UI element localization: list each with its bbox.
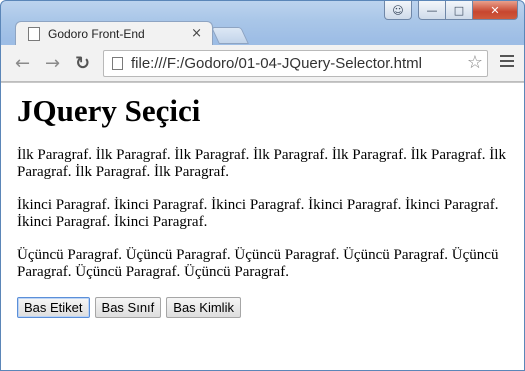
back-icon[interactable]: ← bbox=[15, 53, 30, 74]
bas-kimlik-button[interactable]: Bas Kimlik bbox=[166, 297, 241, 318]
forward-icon[interactable]: → bbox=[45, 53, 60, 74]
page-heading: JQuery Seçici bbox=[17, 93, 201, 128]
page-content: JQuery Seçici İlk Paragraf. İlk Paragraf… bbox=[1, 82, 524, 370]
reload-icon[interactable]: ↻ bbox=[75, 53, 90, 74]
tab-close-icon[interactable]: × bbox=[191, 26, 202, 41]
tab-strip: Godoro Front-End × bbox=[1, 19, 524, 46]
tab-title: Godoro Front-End bbox=[48, 27, 145, 41]
address-bar[interactable]: file:///F:/Godoro/01-04-JQuery-Selector.… bbox=[103, 50, 488, 77]
menu-icon[interactable] bbox=[500, 55, 514, 69]
paragraph-2: İkinci Paragraf. İkinci Paragraf. İkinci… bbox=[17, 197, 499, 230]
new-tab-button[interactable] bbox=[211, 27, 249, 44]
bas-sinif-button[interactable]: Bas Sınıf bbox=[94, 297, 162, 318]
button-row: Bas Etiket Bas Sınıf Bas Kimlik bbox=[17, 297, 508, 318]
browser-window: ☺ — □ ✕ Godoro Front-End × ← → ↻ file://… bbox=[0, 0, 525, 371]
bookmark-star-icon[interactable]: ☆ bbox=[467, 52, 483, 73]
browser-toolbar: ← → ↻ file:///F:/Godoro/01-04-JQuery-Sel… bbox=[1, 45, 524, 82]
address-url[interactable]: file:///F:/Godoro/01-04-JQuery-Selector.… bbox=[131, 55, 422, 72]
bas-etiket-button[interactable]: Bas Etiket bbox=[17, 297, 90, 318]
close-window-button[interactable]: ✕ bbox=[473, 1, 518, 20]
page-icon bbox=[28, 27, 40, 41]
window-controls: ☺ — □ ✕ bbox=[384, 1, 518, 21]
minimize-button[interactable]: — bbox=[418, 1, 446, 20]
maximize-button[interactable]: □ bbox=[446, 1, 473, 20]
paragraph-3: Üçüncü Paragraf. Üçüncü Paragraf. Üçüncü… bbox=[17, 247, 499, 280]
tab-godoro[interactable]: Godoro Front-End × bbox=[15, 21, 213, 46]
paragraph-1: İlk Paragraf. İlk Paragraf. İlk Paragraf… bbox=[17, 147, 506, 180]
user-icon[interactable]: ☺ bbox=[384, 1, 412, 20]
page-icon bbox=[112, 57, 123, 70]
